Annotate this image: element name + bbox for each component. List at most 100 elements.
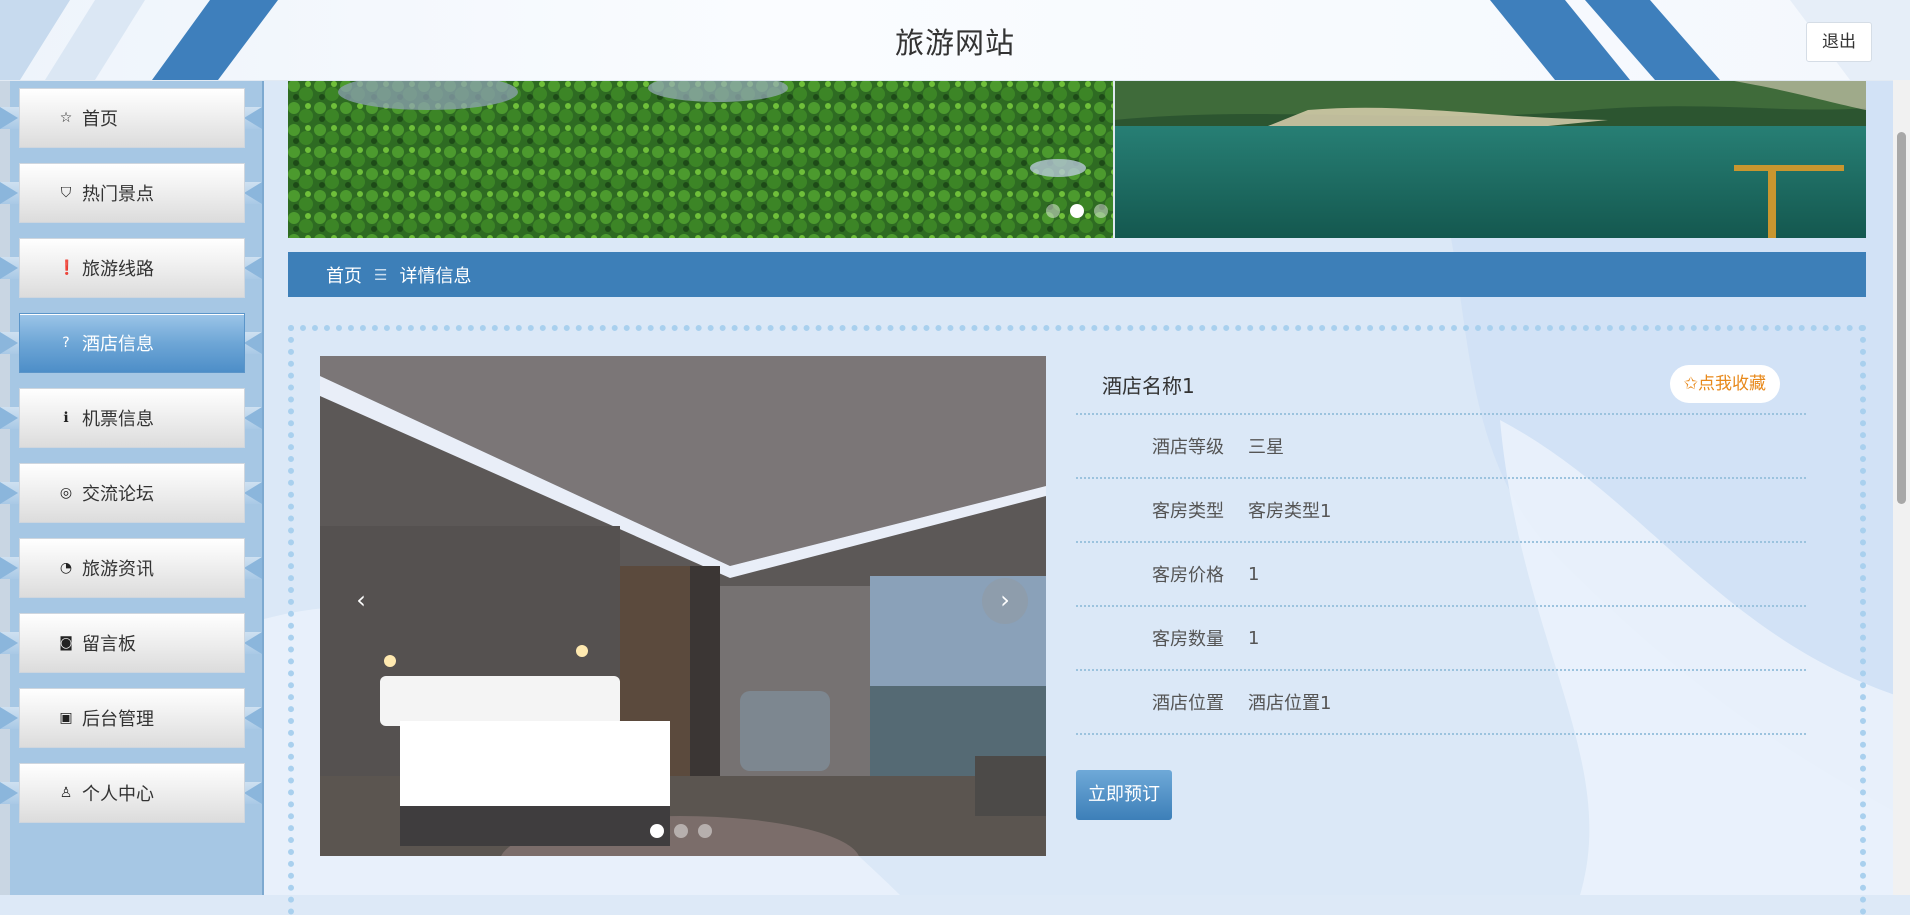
info-value: 酒店位置1 — [1248, 693, 1332, 714]
ring-icon: ◎ — [59, 485, 73, 501]
sidebar-item-card[interactable]: ▣ 后台管理 — [19, 688, 245, 748]
sidebar-arrow-left — [0, 556, 18, 579]
sidebar-item-4[interactable]: ℹ 机票信息 — [0, 380, 262, 455]
sidebar-item-card[interactable]: ☆ 首页 — [19, 88, 245, 148]
page-scrollbar[interactable] — [1893, 80, 1910, 895]
info-label: 客房价格 — [1152, 565, 1224, 586]
info-value: 客房类型1 — [1248, 501, 1332, 522]
sidebar-arrow-right — [244, 256, 262, 279]
breadcrumb: 首页 ☰ 详情信息 — [288, 252, 1866, 297]
info-row: 酒店等级 三星 — [1076, 415, 1806, 479]
sidebar-item-6[interactable]: ◔ 旅游资讯 — [0, 530, 262, 605]
info-row: 客房价格 1 — [1076, 543, 1806, 607]
breadcrumb-current: 详情信息 — [399, 265, 472, 287]
sidebar-item-1[interactable]: ⛉ 热门景点 — [0, 155, 262, 230]
sidebar-arrow-right — [244, 706, 262, 729]
sidebar-nav: ☆ 首页 ⛉ 热门景点 ❗ 旅游线路 ? 酒店信息 ℹ 机票信息 ◎ 交流论坛 ◔ 旅游资讯 ◙ 留言板 ▣ 后台… — [0, 80, 264, 895]
banner-carousel[interactable] — [288, 80, 1866, 238]
sidebar-item-8[interactable]: ▣ 后台管理 — [0, 680, 262, 755]
sidebar-item-label: 留言板 — [82, 634, 136, 655]
sidebar-arrow-right — [244, 406, 262, 429]
site-title: 旅游网站 — [894, 26, 1015, 60]
sidebar-arrow-right — [244, 481, 262, 504]
sidebar-arrow-left — [0, 406, 18, 429]
sidebar-item-label: 机票信息 — [82, 409, 154, 430]
sidebar-arrow-right — [244, 106, 262, 129]
sidebar-item-label: 热门景点 — [82, 184, 154, 205]
sidebar-item-card[interactable]: ♙ 个人中心 — [19, 763, 245, 823]
carousel-dots — [650, 824, 712, 838]
star-icon: ☆ — [59, 110, 73, 126]
exclamation-circle-icon: ❗ — [58, 260, 76, 276]
sidebar-arrow-left — [0, 706, 18, 729]
sidebar-arrow-right — [244, 556, 262, 579]
sidebar-item-0[interactable]: ☆ 首页 — [0, 80, 262, 155]
sidebar-item-card[interactable]: ◙ 留言板 — [19, 613, 245, 673]
sidebar-item-3[interactable]: ? 酒店信息 — [0, 305, 262, 380]
carousel-dot[interactable] — [1094, 204, 1108, 218]
sidebar-item-7[interactable]: ◙ 留言板 — [0, 605, 262, 680]
carousel-prev-button[interactable]: ‹ — [338, 578, 384, 624]
hotel-room-image — [320, 356, 1046, 856]
sidebar-item-card[interactable]: ⛉ 热门景点 — [19, 163, 245, 223]
sidebar-item-card[interactable]: ❗ 旅游线路 — [19, 238, 245, 298]
info-value: 1 — [1248, 627, 1260, 649]
carousel-dot[interactable] — [1070, 204, 1084, 218]
breadcrumb-separator-icon: ☰ — [374, 265, 388, 284]
sidebar-arrow-left — [0, 331, 18, 354]
hotel-info: 酒店名称1 ✩点我收藏 酒店等级 三星客房类型 客房类型1 客房价格 1 客房数量 1 酒店位… — [1076, 356, 1806, 820]
sidebar-item-label: 首页 — [82, 109, 118, 130]
logout-button[interactable]: 退出 — [1806, 22, 1872, 62]
info-row: 酒店位置 酒店位置1 — [1076, 671, 1806, 735]
top-header: 旅游网站 退出 — [0, 0, 1910, 81]
sidebar-item-label: 旅游线路 — [82, 259, 154, 280]
sidebar-item-label: 旅游资讯 — [82, 559, 154, 580]
hotel-photo-carousel[interactable]: ‹ › — [320, 356, 1046, 856]
sidebar-item-2[interactable]: ❗ 旅游线路 — [0, 230, 262, 305]
carousel-dot[interactable] — [698, 824, 712, 838]
info-value: 1 — [1248, 563, 1260, 585]
sidebar-item-5[interactable]: ◎ 交流论坛 — [0, 455, 262, 530]
scrollbar-thumb[interactable] — [1897, 132, 1906, 504]
carousel-dot[interactable] — [1046, 204, 1060, 218]
favorite-button[interactable]: ✩点我收藏 — [1669, 365, 1780, 403]
main-content: 首页 ☰ 详情信息 ‹ › 酒店名称1 ✩点我收藏 酒店等级 三星 客房类型 客… — [288, 80, 1866, 915]
info-row: 客房数量 1 — [1076, 607, 1806, 671]
carousel-dot[interactable] — [674, 824, 688, 838]
sidebar-arrow-left — [0, 781, 18, 804]
sidebar-arrow-right — [244, 331, 262, 354]
sidebar-item-card[interactable]: ◔ 旅游资讯 — [19, 538, 245, 598]
carousel-next-button[interactable]: › — [982, 578, 1028, 624]
info-label: 客房数量 — [1152, 629, 1224, 650]
bag-icon: ⛉ — [60, 185, 72, 201]
info-label: 酒店位置 — [1152, 693, 1224, 714]
book-now-button[interactable]: 立即预订 — [1076, 770, 1172, 820]
info-row: 客房类型 客房类型1 — [1076, 479, 1806, 543]
sidebar-arrow-left — [0, 106, 18, 129]
sidebar-arrow-left — [0, 631, 18, 654]
hotel-name-row: 酒店名称1 ✩点我收藏 — [1076, 356, 1806, 415]
info-circle-icon: ℹ — [63, 410, 69, 426]
question-circle-icon: ? — [62, 335, 70, 351]
info-label: 酒店等级 — [1152, 437, 1224, 458]
hotel-name: 酒店名称1 — [1102, 374, 1195, 398]
sidebar-item-label: 交流论坛 — [82, 484, 154, 505]
breadcrumb-home[interactable]: 首页 — [326, 262, 362, 288]
sidebar-arrow-right — [244, 781, 262, 804]
camera-icon: ◙ — [59, 635, 73, 651]
sidebar-item-label: 后台管理 — [82, 709, 154, 730]
gift-icon: ▣ — [59, 710, 73, 726]
sidebar-item-9[interactable]: ♙ 个人中心 — [0, 755, 262, 830]
sidebar-arrow-left — [0, 256, 18, 279]
sidebar-arrow-left — [0, 181, 18, 204]
chart-circle-icon: ◔ — [59, 560, 73, 576]
banner-dots — [1046, 204, 1108, 218]
sidebar-item-card[interactable]: ? 酒店信息 — [19, 313, 245, 373]
user-icon: ♙ — [59, 785, 73, 801]
carousel-dot[interactable] — [650, 824, 664, 838]
sidebar-item-card[interactable]: ℹ 机票信息 — [19, 388, 245, 448]
sidebar-item-card[interactable]: ◎ 交流论坛 — [19, 463, 245, 523]
sidebar-item-label: 个人中心 — [82, 784, 154, 805]
info-value: 三星 — [1248, 437, 1284, 458]
sidebar-arrow-right — [244, 181, 262, 204]
